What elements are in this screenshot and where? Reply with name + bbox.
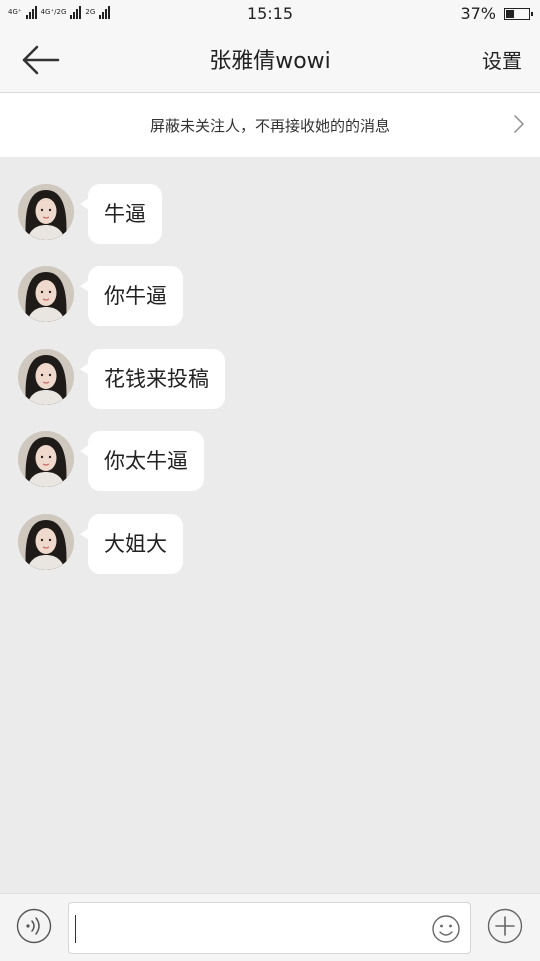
message-bubble[interactable]: 你太牛逼 <box>80 431 204 491</box>
avatar[interactable] <box>18 266 74 322</box>
voice-icon <box>16 908 52 944</box>
battery-percent: 37% <box>460 4 496 23</box>
message-bubble[interactable]: 你牛逼 <box>80 266 183 326</box>
message-item: 花钱来投稿 <box>18 349 498 411</box>
page-title: 张雅倩wowi <box>209 49 331 74</box>
chevron-right-icon <box>514 115 524 133</box>
emoji-button[interactable] <box>431 914 461 944</box>
voice-button[interactable] <box>16 908 52 944</box>
message-bubble[interactable]: 牛逼 <box>80 184 162 244</box>
avatar[interactable] <box>18 349 74 405</box>
settings-button[interactable]: 设置 <box>482 45 522 74</box>
avatar-image <box>18 431 74 487</box>
battery-indicator: 37% <box>460 4 533 23</box>
message-item: 牛逼 <box>18 184 498 246</box>
message-text-input[interactable] <box>68 902 471 954</box>
block-notice-banner[interactable]: 屏蔽未关注人，不再接收她的的消息 <box>0 93 540 157</box>
avatar-image <box>18 184 74 240</box>
plus-icon <box>487 908 523 944</box>
avatar[interactable] <box>18 514 74 570</box>
message-item: 大姐大 <box>18 514 498 576</box>
block-notice-text: 屏蔽未关注人，不再接收她的的消息 <box>149 117 390 135</box>
avatar[interactable] <box>18 184 74 240</box>
message-bubble[interactable]: 花钱来投稿 <box>80 349 225 409</box>
status-bar: 4G⁺ 4G⁺/2G 2G 15:15 37% <box>0 0 540 28</box>
more-options-button[interactable] <box>487 908 523 944</box>
avatar-image <box>18 266 74 322</box>
message-input-bar <box>0 893 540 961</box>
text-caret <box>75 915 76 943</box>
emoji-icon <box>432 915 460 943</box>
clock: 15:15 <box>246 4 294 23</box>
message-item: 你太牛逼 <box>18 431 498 493</box>
avatar[interactable] <box>18 431 74 487</box>
chat-header: 张雅倩wowi 设置 <box>0 28 540 93</box>
message-item: 你牛逼 <box>18 266 498 328</box>
avatar-image <box>18 349 74 405</box>
battery-level <box>506 9 514 18</box>
message-bubble[interactable]: 大姐大 <box>80 514 183 574</box>
battery-icon <box>504 7 533 20</box>
avatar-image <box>18 514 74 570</box>
